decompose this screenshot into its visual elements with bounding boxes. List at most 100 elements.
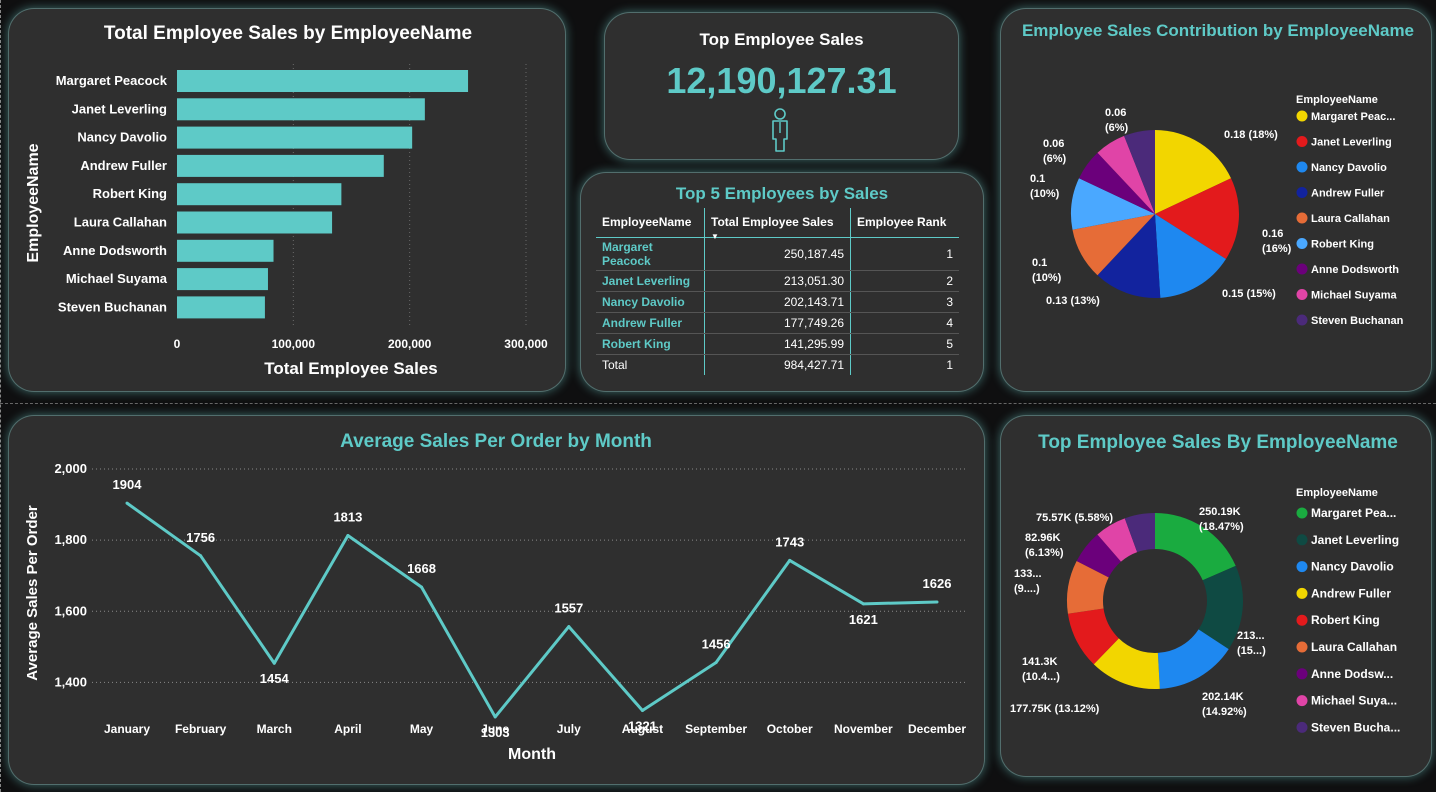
line-x-tick-label: October [767, 722, 813, 736]
column-header-rank[interactable]: Employee Rank [850, 208, 959, 238]
column-header-employee[interactable]: EmployeeName [596, 208, 705, 238]
pie-data-label: (16%) [1262, 243, 1292, 255]
kpi-value: 12,190,127.31 [666, 60, 897, 101]
pie-data-label: 0.13 (13%) [1046, 295, 1100, 307]
pie-chart: Employee Sales Contribution by EmployeeN… [1022, 21, 1414, 327]
pie-legend-marker [1296, 136, 1308, 147]
table-row[interactable]: Margaret Peacock 250,187.45 1 [596, 237, 959, 271]
donut-data-label: 177.75K (13.12%) [1010, 703, 1100, 715]
employee-table: EmployeeName Total Employee Sales ▼ Emplo… [596, 208, 959, 375]
donut-legend-marker [1296, 695, 1308, 707]
cell-rank: 4 [850, 312, 959, 334]
bar-chart-card[interactable]: Total Employee Sales by EmployeeName Emp… [8, 8, 566, 392]
line-point-february [199, 554, 203, 558]
cell-employee: Robert King [596, 333, 705, 355]
donut-legend-label: Michael Suya... [1311, 694, 1397, 708]
column-header-sales-label: Total Employee Sales [711, 215, 834, 229]
pie-legend-marker [1296, 263, 1308, 275]
line-x-tick-label: March [257, 722, 292, 736]
line-chart-ylabel: Average Sales Per Order [24, 505, 41, 681]
donut-legend-label: Margaret Pea... [1311, 506, 1396, 520]
donut-legend-marker [1296, 668, 1308, 680]
line-chart-xlabel: Month [508, 746, 556, 763]
pie-data-label: (10%) [1030, 188, 1060, 200]
line-point-april [346, 534, 350, 538]
pie-data-label: (6%) [1043, 153, 1067, 165]
table-row[interactable]: Andrew Fuller 177,749.26 4 [596, 312, 959, 334]
line-point-may [420, 585, 424, 589]
cell-rank: 3 [850, 291, 959, 313]
cell-total-sales: 984,427.71 [704, 354, 851, 375]
canvas-divider [0, 403, 1436, 404]
donut-legend-title: EmployeeName [1296, 487, 1378, 499]
line-chart-title: Average Sales Per Order by Month [340, 431, 652, 452]
donut-chart-card[interactable]: Top Employee Sales By EmployeeName Emplo… [1000, 415, 1432, 777]
bar-category-label: Nancy Davolio [77, 130, 167, 145]
table-title: Top 5 Employees by Sales [675, 184, 889, 203]
line-point-october [788, 558, 792, 562]
cell-employee: Andrew Fuller [596, 312, 705, 334]
line-x-tick-label: February [175, 722, 227, 736]
bar-category-label: Michael Suyama [66, 271, 168, 286]
bar-x-tick-label: 100,000 [272, 337, 316, 351]
sort-descending-icon[interactable]: ▼ [711, 232, 719, 241]
donut-legend-marker [1296, 561, 1308, 573]
line-x-tick-label: November [834, 722, 893, 736]
cell-sales: 250,187.45 [704, 237, 851, 271]
table-row[interactable]: Robert King 141,295.99 5 [596, 333, 959, 355]
cell-total-label: Total [596, 354, 705, 375]
line-data-label: 1557 [554, 601, 583, 616]
bar-category-label: Robert King [93, 186, 167, 201]
donut-data-label: 213... [1237, 630, 1265, 642]
donut-legend-label: Robert King [1311, 613, 1380, 627]
line-data-label: 1626 [923, 576, 952, 591]
line-x-tick-label: January [104, 722, 150, 736]
cell-rank: 1 [850, 237, 959, 271]
donut-legend-marker [1296, 641, 1308, 653]
line-point-march [272, 661, 276, 665]
cell-total-rank: 1 [946, 358, 953, 372]
line-point-july [567, 625, 571, 629]
line-data-label: 1456 [702, 637, 731, 652]
cell-employee: Janet Leverling [596, 270, 705, 292]
bar-anne-dodsworth [177, 239, 274, 262]
table-card[interactable]: Top 5 Employees by Sales EmployeeName To… [580, 172, 984, 392]
bar-chart: Total Employee Sales by EmployeeName Emp… [25, 23, 548, 378]
line-data-label: 1454 [260, 671, 290, 686]
line-x-tick-label: April [334, 722, 361, 736]
donut-data-label: 202.14K [1202, 691, 1244, 703]
kpi-card[interactable]: Top Employee Sales 12,190,127.31 [604, 12, 959, 160]
line-y-tick-label: 1,800 [54, 532, 87, 547]
donut-data-label: (14.92%) [1202, 706, 1247, 718]
pie-legend-marker [1296, 110, 1308, 122]
cell-rank: 5 [850, 333, 959, 355]
line-y-tick-label: 1,600 [54, 603, 87, 618]
bar-category-label: Anne Dodsworth [63, 243, 167, 258]
bar-andrew-fuller [177, 154, 384, 177]
pie-legend-marker [1296, 289, 1308, 300]
line-x-tick-label: May [410, 722, 434, 736]
line-point-january [125, 501, 129, 505]
bar-janet-leverling [177, 98, 425, 121]
line-x-tick-label: December [908, 722, 966, 736]
line-point-august [640, 709, 644, 713]
line-x-tick-label: September [685, 722, 747, 736]
pie-data-label: 0.1 [1032, 257, 1047, 269]
table-row[interactable]: Nancy Davolio 202,143.71 3 [596, 291, 959, 313]
pie-chart-card[interactable]: Employee Sales Contribution by EmployeeN… [1000, 8, 1432, 392]
line-x-tick-label: August [622, 722, 663, 736]
donut-chart: Top Employee Sales By EmployeeName Emplo… [1010, 432, 1400, 734]
column-header-sales[interactable]: Total Employee Sales ▼ [704, 208, 851, 241]
bar-steven-buchanan [177, 296, 265, 319]
donut-legend-marker [1296, 587, 1308, 599]
pie-data-label: 0.15 (15%) [1222, 288, 1276, 300]
donut-data-label: (10.4...) [1022, 671, 1060, 683]
line-chart-card[interactable]: Average Sales Per Order by Month Average… [8, 415, 985, 785]
pie-legend-title: EmployeeName [1296, 94, 1378, 106]
pie-data-label: 0.18 (18%) [1224, 129, 1278, 141]
line-data-label: 1756 [186, 530, 215, 545]
pie-legend-label: Andrew Fuller [1311, 188, 1385, 200]
table-row[interactable]: Janet Leverling 213,051.30 2 [596, 270, 959, 292]
cell-sales: 177,749.26 [704, 312, 851, 334]
bar-x-tick-label: 0 [174, 337, 181, 351]
